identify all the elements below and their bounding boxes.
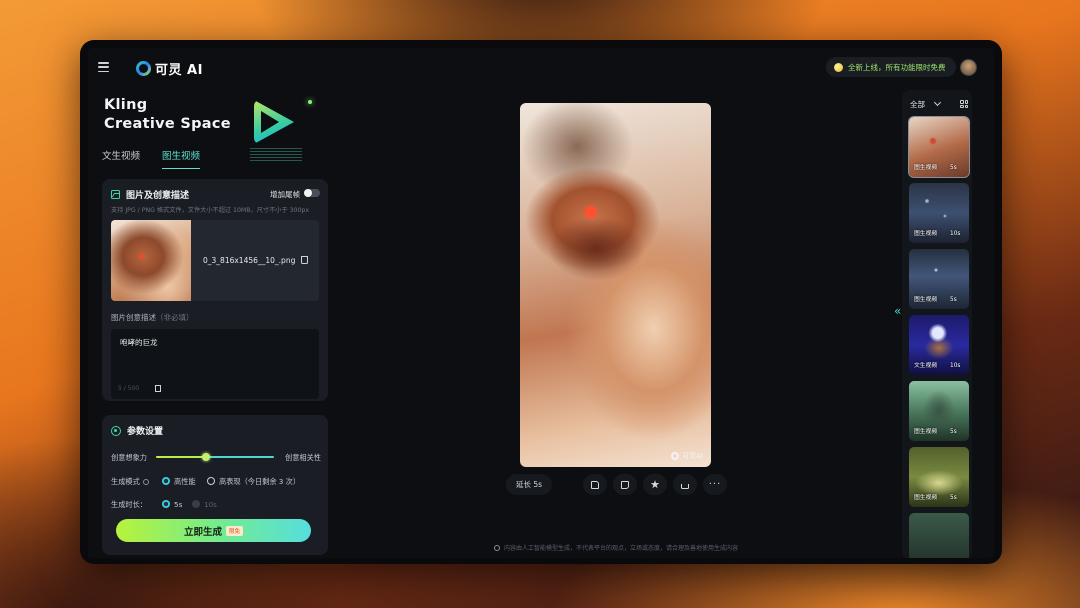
watermark: 可灵AI xyxy=(671,451,703,461)
menu-icon[interactable] xyxy=(98,62,109,72)
history-panel: 全部 图生视频 5s 图生视频 10s 图生视频 5s 文生视频 10s 图生视频 5s 图生视频 5… xyxy=(902,90,972,558)
duration-option-label: 5s xyxy=(174,500,183,509)
history-item-duration: 5s xyxy=(950,297,957,303)
history-list: 图生视频 5s 图生视频 10s 图生视频 5s 文生视频 10s 图生视频 5s 图生视频 5s xyxy=(908,116,970,558)
info-icon[interactable] xyxy=(142,479,149,485)
history-item[interactable]: 图生视频 5s xyxy=(909,447,969,507)
duration-10s-radio[interactable] xyxy=(192,500,200,508)
history-item[interactable] xyxy=(909,513,969,558)
extend-label: 延长 5s xyxy=(515,480,543,489)
creativity-slider[interactable] xyxy=(156,453,274,461)
user-avatar[interactable] xyxy=(960,59,977,76)
history-item-type: 文生视频 xyxy=(914,363,938,369)
hero-title-line2: Creative Space xyxy=(104,116,231,132)
tail-frame-label: 增加尾帧 xyxy=(270,190,300,199)
chevron-down-icon xyxy=(933,98,942,107)
image-description-card: 图片及创意描述 增加尾帧 支持 JPG / PNG 格式文件，文件大小不超过 1… xyxy=(102,179,328,401)
history-item[interactable]: 图生视频 5s xyxy=(909,249,969,309)
left-panel: Kling Creative Space 文生视频 图生视频 图片及创意描述 增… xyxy=(88,88,338,558)
dislike-button[interactable] xyxy=(613,474,637,495)
disclaimer-text: 内容由人工智能模型生成，不代表平台的观点，立场或态度，请合理及善地使用生成内容 xyxy=(504,545,739,552)
hero-title-line1: Kling xyxy=(104,97,148,113)
card-title: 图片及创意描述 xyxy=(126,191,190,201)
history-filter-dropdown[interactable]: 全部 xyxy=(910,98,942,110)
promo-text: 全新上线，所有功能限时免费 xyxy=(848,62,946,72)
history-item-type: 图生视频 xyxy=(914,165,938,171)
uploaded-image[interactable]: 0_3_816x1456__10_.png xyxy=(111,220,319,301)
char-count: 5 / 500 xyxy=(118,385,140,392)
thumbs-down-icon xyxy=(621,480,629,489)
params-title: 参数设置 xyxy=(127,427,164,437)
download-icon xyxy=(681,484,689,489)
mode-option-label: 高表现（今日剩余 3 次） xyxy=(219,477,301,486)
play-icon xyxy=(248,96,312,162)
free-badge: 限免 xyxy=(226,525,244,536)
description-label: 图片创意描述（非必填） xyxy=(111,312,194,323)
slider-left-label: 创意想象力 xyxy=(111,453,147,462)
slider-handle[interactable] xyxy=(201,453,210,461)
hero-title: Kling Creative Space xyxy=(104,96,231,134)
watermark-text: 可灵AI xyxy=(682,452,703,460)
settings-icon xyxy=(111,425,121,436)
history-item[interactable]: 文生视频 10s xyxy=(909,315,969,375)
collapse-history-icon[interactable]: « xyxy=(894,304,901,318)
promo-banner[interactable]: 全新上线，所有功能限时免费 xyxy=(826,57,956,77)
tail-frame-toggle[interactable] xyxy=(304,189,320,197)
duration-5s-radio[interactable] xyxy=(162,500,170,508)
generate-button[interactable]: 立即生成 限免 xyxy=(116,519,311,542)
more-button[interactable]: ··· xyxy=(703,474,727,495)
extend-button[interactable]: 延长 5s xyxy=(506,474,552,495)
clear-description-icon[interactable] xyxy=(155,385,161,392)
file-name: 0_3_816x1456__10_.png xyxy=(203,256,296,265)
app-window: 可灵 AI 全新上线，所有功能限时免费 Kling Creative Space… xyxy=(88,48,994,558)
star-icon xyxy=(650,480,660,489)
tab-text-to-video[interactable]: 文生视频 xyxy=(102,148,140,169)
history-item-duration: 10s xyxy=(950,363,961,369)
download-button[interactable] xyxy=(673,474,697,495)
history-item[interactable]: 图生视频 5s xyxy=(909,381,969,441)
description-value: 咆哮的巨龙 xyxy=(120,338,158,347)
history-item-type: 图生视频 xyxy=(914,231,938,237)
duration-option-label: 10s xyxy=(204,500,217,509)
thumbs-up-icon xyxy=(591,480,599,489)
watermark-logo-icon xyxy=(671,452,680,460)
image-thumbnail xyxy=(111,220,191,301)
optional-tag: （非必填） xyxy=(156,313,194,322)
top-bar: 可灵 AI 全新上线，所有功能限时免费 xyxy=(88,48,994,88)
slider-right-label: 创意相关性 xyxy=(285,453,321,462)
delete-image-icon[interactable] xyxy=(301,256,308,264)
tab-image-to-video[interactable]: 图生视频 xyxy=(162,148,201,169)
brand-name: 可灵 AI xyxy=(155,63,203,78)
description-label-text: 图片创意描述 xyxy=(111,313,156,322)
disclaimer: 内容由人工智能模型生成，不代表平台的观点，立场或态度，请合理及善地使用生成内容 xyxy=(491,543,738,552)
history-item[interactable]: 图生视频 5s xyxy=(908,116,970,178)
like-button[interactable] xyxy=(583,474,607,495)
history-item-type: 图生视频 xyxy=(914,429,938,435)
mode-high-quality-radio[interactable] xyxy=(207,477,215,485)
video-preview[interactable]: 可灵AI xyxy=(520,103,711,467)
history-item[interactable]: 图生视频 10s xyxy=(909,183,969,243)
mode-label: 生成模式 xyxy=(111,477,149,487)
coin-icon xyxy=(834,62,843,72)
history-item-duration: 5s xyxy=(950,165,957,171)
history-item-type: 图生视频 xyxy=(914,297,938,303)
favorite-button[interactable] xyxy=(643,474,667,495)
mode-tabs: 文生视频 图生视频 xyxy=(102,148,201,169)
info-icon xyxy=(494,544,500,551)
history-item-duration: 5s xyxy=(950,429,957,435)
duration-label: 生成时长： xyxy=(111,500,147,509)
generate-label: 立即生成 xyxy=(183,526,222,538)
mode-option-label: 高性能 xyxy=(174,477,196,486)
description-input[interactable]: 咆哮的巨龙 5 / 500 xyxy=(111,329,319,399)
brand-logo[interactable]: 可灵 AI xyxy=(136,59,203,78)
grid-view-icon[interactable] xyxy=(960,100,968,108)
history-item-duration: 5s xyxy=(950,495,957,501)
history-item-duration: 10s xyxy=(950,231,961,237)
more-icon: ··· xyxy=(708,478,722,490)
image-icon xyxy=(111,190,120,199)
mode-high-performance-radio[interactable] xyxy=(162,477,170,485)
upload-hint: 支持 JPG / PNG 格式文件，文件大小不超过 10MB，尺寸不小于 300… xyxy=(111,207,309,214)
history-item-type: 图生视频 xyxy=(914,495,938,501)
kling-logo-icon xyxy=(136,61,151,76)
